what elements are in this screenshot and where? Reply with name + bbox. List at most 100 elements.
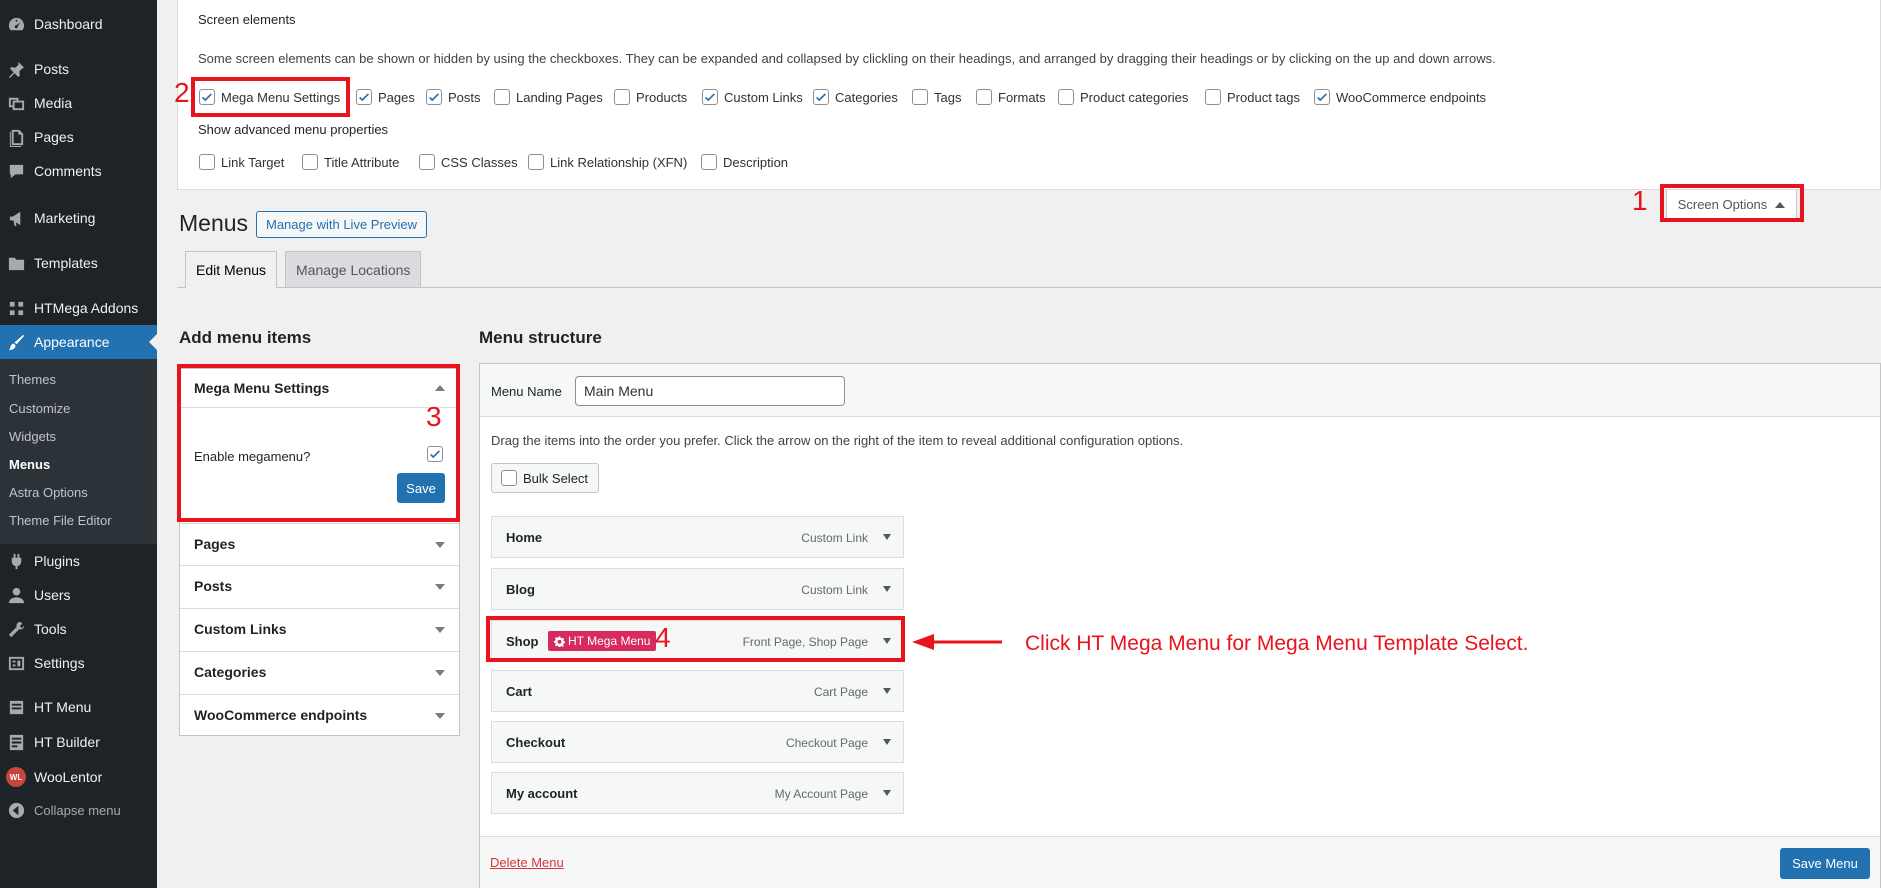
accordion-title: Pages <box>194 536 236 552</box>
checkbox-formats[interactable]: Formats <box>976 89 1046 105</box>
checkbox-box[interactable] <box>701 154 717 170</box>
menu-structure-heading: Menu structure <box>479 328 602 347</box>
checkbox-box[interactable] <box>1314 89 1330 105</box>
checkbox-categories[interactable]: Categories <box>813 89 898 105</box>
sidebar-label: Templates <box>34 255 98 271</box>
sidebar-item-templates[interactable]: Templates <box>0 246 157 280</box>
menu-item-cart[interactable]: Cart Cart Page <box>491 670 904 712</box>
submenu-customize[interactable]: Customize <box>9 401 70 416</box>
caret-down-icon[interactable] <box>435 627 445 633</box>
appearance-submenu: Themes Customize Widgets Menus Astra Opt… <box>0 359 157 544</box>
checkbox-woocommerce-endpoints[interactable]: WooCommerce endpoints <box>1314 89 1486 105</box>
save-menu-button[interactable]: Save Menu <box>1780 848 1870 879</box>
checkbox-pages[interactable]: Pages <box>356 89 415 105</box>
woolentor-icon: WL <box>5 766 27 788</box>
menu-item-name: Home <box>506 530 543 545</box>
menu-item-home[interactable]: Home Custom Link <box>491 516 904 558</box>
checkbox-title-attribute[interactable]: Title Attribute <box>302 154 399 170</box>
menu-item-checkout[interactable]: Checkout Checkout Page <box>491 721 904 763</box>
sidebar-item-marketing[interactable]: Marketing <box>0 201 157 235</box>
accordion-woocommerce-endpoints[interactable]: WooCommerce endpoints <box>180 695 459 735</box>
sidebar-item-media[interactable]: Media <box>0 86 157 120</box>
caret-down-icon[interactable] <box>883 688 891 694</box>
checkbox-box[interactable] <box>356 89 372 105</box>
checkbox-link-relationship[interactable]: Link Relationship (XFN) <box>528 154 687 170</box>
collapse-menu-button[interactable]: Collapse menu <box>0 793 157 827</box>
caret-down-icon[interactable] <box>435 584 445 590</box>
submenu-theme-file-editor[interactable]: Theme File Editor <box>9 513 112 528</box>
caret-down-icon[interactable] <box>435 670 445 676</box>
sidebar-item-woolentor[interactable]: WL WooLentor <box>0 760 157 794</box>
sidebar-item-appearance[interactable]: Appearance <box>0 325 157 359</box>
menu-item-type: Cart Page <box>813 685 868 699</box>
sidebar-item-tools[interactable]: Tools <box>0 612 157 646</box>
manage-live-preview-button[interactable]: Manage with Live Preview <box>256 211 428 238</box>
checkbox-posts[interactable]: Posts <box>426 89 481 105</box>
caret-down-icon[interactable] <box>883 534 891 540</box>
submenu-astra-options[interactable]: Astra Options <box>9 485 88 500</box>
caret-down-icon[interactable] <box>883 790 891 796</box>
checkbox-box[interactable] <box>494 89 510 105</box>
caret-down-icon[interactable] <box>883 586 891 592</box>
checkbox-box[interactable] <box>199 154 215 170</box>
checkbox-product-tags[interactable]: Product tags <box>1205 89 1300 105</box>
htmega-icon <box>5 297 27 319</box>
sidebar-item-htmega-addons[interactable]: HTMega Addons <box>0 291 157 325</box>
bulk-select-button[interactable]: Bulk Select <box>491 463 599 493</box>
checkbox-box[interactable] <box>426 89 442 105</box>
checkbox-product-categories[interactable]: Product categories <box>1058 89 1188 105</box>
tab-manage-locations[interactable]: Manage Locations <box>285 251 422 287</box>
checkbox-custom-links[interactable]: Custom Links <box>702 89 803 105</box>
menu-item-blog[interactable]: Blog Custom Link <box>491 568 904 610</box>
sidebar-item-posts[interactable]: Posts <box>0 52 157 86</box>
checkbox-box[interactable] <box>614 89 630 105</box>
accordion-posts[interactable]: Posts <box>180 566 459 609</box>
submenu-themes[interactable]: Themes <box>9 372 56 387</box>
checkbox-box[interactable] <box>912 89 928 105</box>
menu-item-name: My account <box>506 786 578 801</box>
sidebar-item-ht-menu[interactable]: HT Menu <box>0 690 157 724</box>
sidebar-item-dashboard[interactable]: Dashboard <box>0 7 157 41</box>
checkbox-box[interactable] <box>1058 89 1074 105</box>
sidebar-label: Posts <box>34 61 70 77</box>
checkbox-link-target[interactable]: Link Target <box>199 154 284 170</box>
annotation-number-3: 3 <box>426 401 442 432</box>
checkbox-landing-pages[interactable]: Landing Pages <box>494 89 603 105</box>
caret-down-icon[interactable] <box>435 713 445 719</box>
menu-item-my-account[interactable]: My account My Account Page <box>491 772 904 814</box>
checkbox-box[interactable] <box>302 154 318 170</box>
bulk-select-checkbox[interactable] <box>501 470 517 486</box>
checkbox-box[interactable] <box>528 154 544 170</box>
delete-menu-link[interactable]: Delete Menu <box>490 855 564 870</box>
menu-name-input[interactable]: Main Menu <box>575 376 845 406</box>
checkbox-box[interactable] <box>813 89 829 105</box>
sidebar-label: Media <box>34 95 73 111</box>
caret-down-icon[interactable] <box>883 739 891 745</box>
checkbox-box[interactable] <box>1205 89 1221 105</box>
caret-down-icon[interactable] <box>435 542 445 548</box>
sidebar-item-settings[interactable]: Settings <box>0 646 157 680</box>
submenu-menus[interactable]: Menus <box>9 457 50 472</box>
builder-icon <box>5 731 27 753</box>
check-icon <box>816 93 826 102</box>
sidebar-item-plugins[interactable]: Plugins <box>0 544 157 578</box>
accordion-pages[interactable]: Pages <box>180 523 459 566</box>
checkbox-description[interactable]: Description <box>701 154 788 170</box>
checkbox-box[interactable] <box>976 89 992 105</box>
checkbox-products[interactable]: Products <box>614 89 687 105</box>
accordion-custom-links[interactable]: Custom Links <box>180 609 459 652</box>
submenu-widgets[interactable]: Widgets <box>9 429 56 444</box>
sidebar-item-comments[interactable]: Comments <box>0 154 157 188</box>
sidebar-item-ht-builder[interactable]: HT Builder <box>0 725 157 759</box>
annotation-box-3 <box>177 364 460 522</box>
checkbox-css-classes[interactable]: CSS Classes <box>419 154 518 170</box>
checkbox-label: Posts <box>448 89 481 105</box>
sidebar-item-users[interactable]: Users <box>0 578 157 612</box>
tab-edit-menus[interactable]: Edit Menus <box>185 251 278 288</box>
sidebar-label: HT Menu <box>34 699 92 715</box>
checkbox-box[interactable] <box>419 154 435 170</box>
checkbox-box[interactable] <box>702 89 718 105</box>
accordion-categories[interactable]: Categories <box>180 652 459 695</box>
sidebar-item-pages[interactable]: Pages <box>0 120 157 154</box>
checkbox-tags[interactable]: Tags <box>912 89 961 105</box>
